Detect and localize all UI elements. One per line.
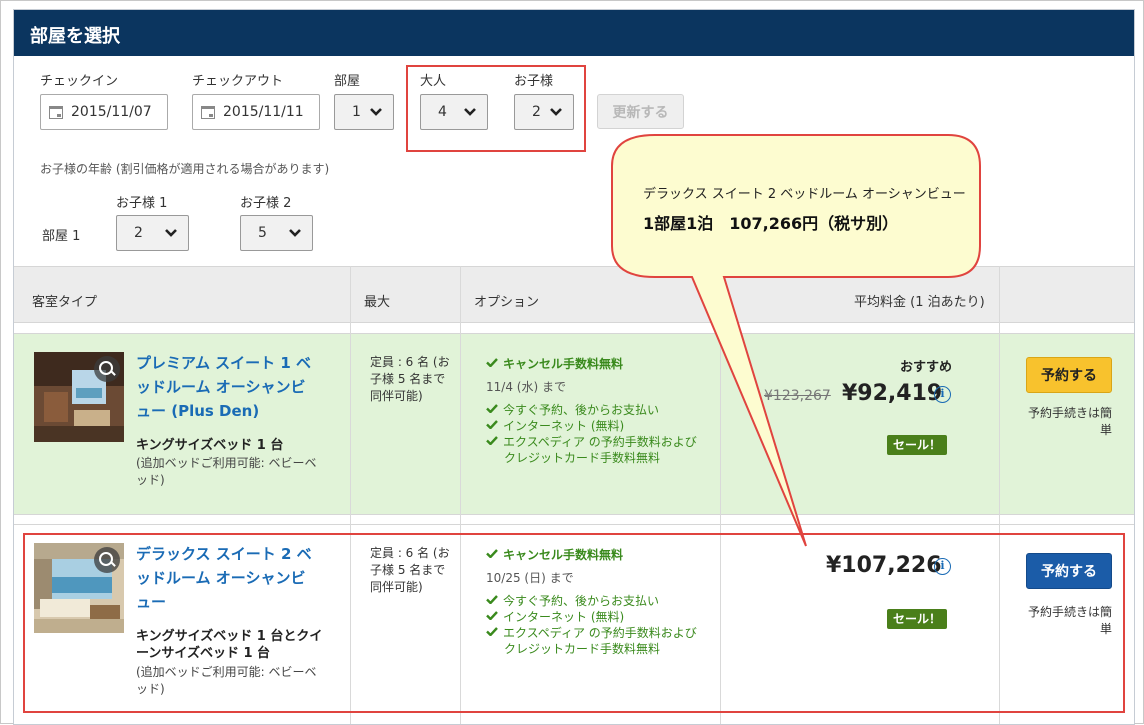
col-options: オプション (474, 295, 540, 310)
room-title-link[interactable]: プレミアム スイート 1 ベッドルーム オーシャンビュー (Plus Den) (136, 351, 316, 423)
checkin-field[interactable]: 2015/11/07 (40, 94, 168, 130)
chevron-down-icon (289, 229, 301, 237)
option-free-cancel: キャンセル手数料無料 (486, 356, 716, 372)
annotation-room-box (23, 533, 1125, 713)
col-room-type: 客室タイプ (32, 295, 98, 310)
room-number-label: 部屋 1 (42, 229, 81, 244)
check-icon (486, 436, 498, 445)
calendar-icon (49, 106, 63, 119)
col-price: 平均料金 (1 泊あたり) (854, 295, 985, 310)
room-table-header: 客室タイプ 最大 オプション 平均料金 (1 泊あたり) (14, 266, 1134, 323)
col-max: 最大 (364, 295, 391, 310)
extra-bed-info: (追加ベッドご利用可能: ベビーベッド) (136, 456, 317, 487)
update-button[interactable]: 更新する (597, 94, 684, 129)
info-icon[interactable]: i (934, 386, 951, 403)
adults-value: 4 (438, 104, 447, 120)
checkin-label: チェックイン (40, 74, 119, 89)
child1-age-value: 2 (134, 225, 143, 241)
option-pay-later: 今すぐ予約、後からお支払い (486, 402, 716, 418)
chevron-down-icon (165, 229, 177, 237)
children-label: お子様 (514, 74, 554, 89)
child1-label: お子様 1 (116, 196, 168, 211)
easy-booking-note: 予約手続きは簡単 (1027, 406, 1112, 437)
callout-price: 1部屋1泊 107,266円（税サ別） (643, 214, 899, 233)
room-row-premium: プレミアム スイート 1 ベッドルーム オーシャンビュー (Plus Den) … (14, 333, 1134, 515)
child2-label: お子様 2 (240, 196, 292, 211)
check-icon (486, 358, 498, 367)
option-no-fee: エクスペディア の予約手数料およびクレジットカード手数料無料 (486, 434, 704, 466)
rooms-label: 部屋 (334, 74, 361, 89)
original-price: ¥123,267 (764, 388, 831, 404)
book-button[interactable]: 予約する (1026, 357, 1112, 393)
zoom-icon[interactable] (94, 356, 120, 382)
calendar-icon (201, 106, 215, 119)
checkout-value: 2015/11/11 (223, 104, 304, 120)
option-pay-later-text: 今すぐ予約、後からお支払い (503, 403, 660, 417)
option-free-cancel-text: キャンセル手数料無料 (503, 357, 624, 371)
checkin-value: 2015/11/07 (71, 104, 152, 120)
adults-select[interactable]: 4 (420, 94, 488, 130)
cancel-deadline: 11/4 (水) まで (486, 380, 566, 394)
option-no-fee-text: エクスペディア の予約手数料およびクレジットカード手数料無料 (503, 435, 697, 465)
adults-label: 大人 (420, 74, 447, 89)
chevron-down-icon (370, 108, 382, 116)
header-bar: 部屋を選択 (14, 10, 1134, 56)
option-internet-text: インターネット (無料) (503, 419, 625, 433)
child2-age-value: 5 (258, 225, 267, 241)
child2-age-select[interactable]: 5 (240, 215, 313, 251)
child1-age-select[interactable]: 2 (116, 215, 189, 251)
room-price: ¥92,419 (842, 381, 943, 406)
chevron-down-icon (464, 108, 476, 116)
room-photo[interactable] (34, 352, 124, 442)
rooms-select[interactable]: 1 (334, 94, 394, 130)
child-age-note: お子様の年齢 (割引価格が適用される場合があります) (40, 162, 330, 176)
rooms-value: 1 (352, 104, 361, 120)
recommend-label: おすすめ (900, 360, 953, 375)
children-value: 2 (532, 104, 541, 120)
children-select[interactable]: 2 (514, 94, 574, 130)
page-title: 部屋を選択 (30, 26, 120, 47)
chevron-down-icon (550, 108, 562, 116)
capacity-info: 定員 : 6 名 (お子様 5 名まで同伴可能) (370, 355, 450, 403)
check-icon (486, 404, 498, 413)
checkout-label: チェックアウト (192, 74, 284, 89)
checkout-field[interactable]: 2015/11/11 (192, 94, 320, 130)
sale-badge: セール！ (887, 435, 948, 455)
bed-info: キングサイズベッド 1 台 (136, 438, 284, 453)
option-internet: インターネット (無料) (486, 418, 716, 434)
check-icon (486, 420, 498, 429)
callout-room-name: デラックス スイート 2 ベッドルーム オーシャンビュー (643, 187, 966, 202)
